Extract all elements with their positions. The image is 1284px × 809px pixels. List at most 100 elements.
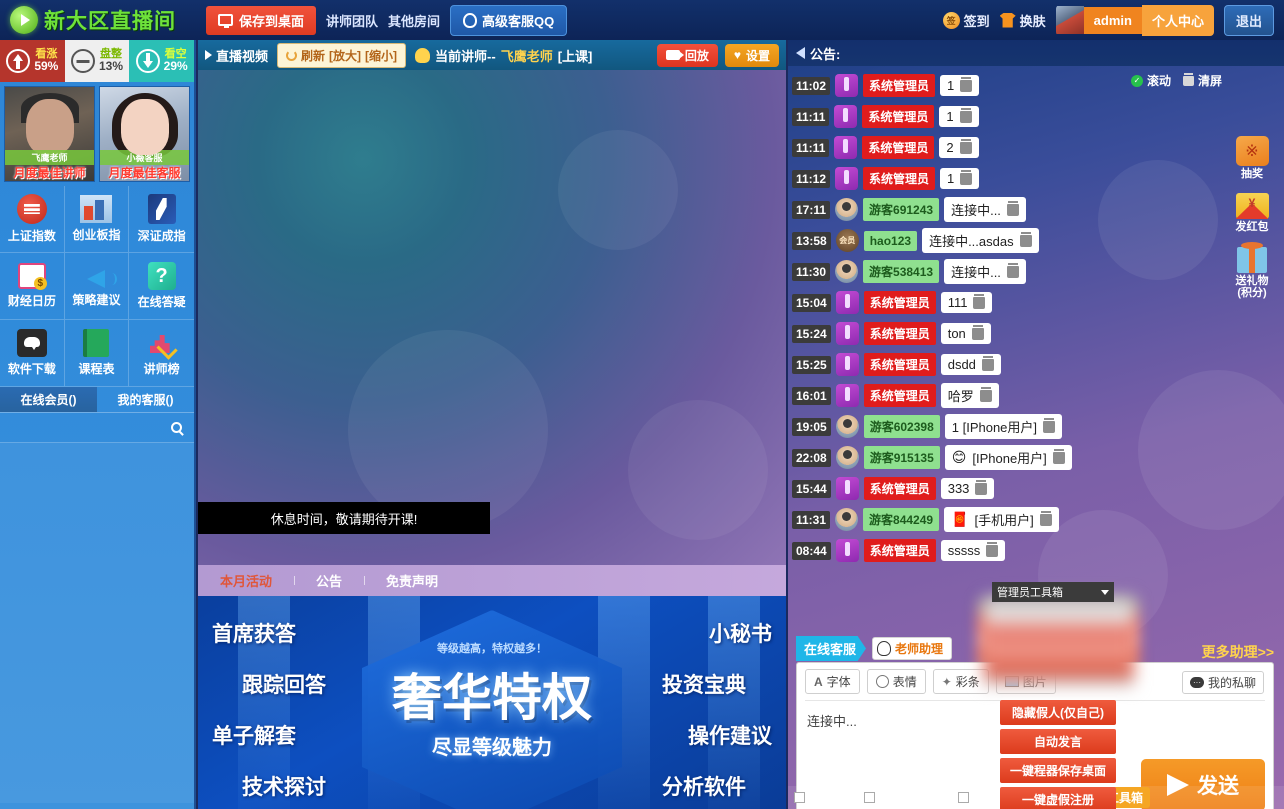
message-author: 系统管理员: [863, 291, 936, 314]
refresh-controls[interactable]: 刷新 [放大] [缩小]: [277, 42, 407, 68]
quick-link-online-qa[interactable]: 在线答疑: [129, 253, 194, 320]
delete-message-icon[interactable]: [960, 76, 973, 92]
delete-message-icon[interactable]: [971, 324, 984, 340]
message-row[interactable]: 11:30 游客538413 连接中...: [792, 256, 1284, 287]
zoom-in-button[interactable]: [放大]: [329, 47, 361, 64]
scroll-toggle[interactable]: ✓ 滚动: [1130, 72, 1171, 89]
tab-online-members[interactable]: 在线会员(): [0, 387, 97, 412]
send-gift-button[interactable]: 送礼物 (积分): [1236, 242, 1269, 299]
tab-announcement[interactable]: 公告: [294, 571, 364, 590]
online-support-tag[interactable]: 在线客服: [796, 636, 867, 661]
delete-message-icon[interactable]: [973, 293, 986, 309]
checkbox-icon[interactable]: [958, 792, 970, 803]
message-row[interactable]: 19:05 游客602398 1 [IPhone用户]: [792, 411, 1284, 442]
save-to-desktop-shortcut-button[interactable]: 一键程器保存桌面: [1000, 758, 1116, 783]
replay-button[interactable]: 回放: [656, 43, 718, 67]
sentiment-neutral[interactable]: 盘整 13%: [64, 40, 130, 82]
message-row[interactable]: 08:44 系统管理员 sssss: [792, 535, 1284, 566]
wand-icon: ✦: [941, 674, 952, 689]
message-row[interactable]: 16:01 系统管理员 哈罗: [792, 380, 1284, 411]
message-row[interactable]: 15:44 系统管理员 333: [792, 473, 1284, 504]
quick-link-lecturer-rank[interactable]: 讲师榜: [129, 320, 194, 387]
tab-disclaimer[interactable]: 免责声明: [364, 571, 460, 590]
delete-message-icon[interactable]: [959, 138, 972, 154]
video-player[interactable]: 休息时间，敬请期待开课!: [198, 70, 786, 565]
quick-link-chinext-index[interactable]: 创业板指: [64, 186, 130, 253]
delete-message-icon[interactable]: [960, 169, 973, 185]
my-private-chat-button[interactable]: ··· 我的私聊: [1181, 671, 1264, 694]
delete-message-icon[interactable]: [1039, 510, 1052, 526]
quick-link-finance-calendar[interactable]: 财经日历: [0, 253, 65, 320]
tab-monthly-activity[interactable]: 本月活动: [198, 571, 294, 590]
below-chat-announcement-checkbox[interactable]: 聊天下方公告: [864, 789, 950, 806]
right-panel: 公告: ✓ 滚动 清屏 11:02 系统管理员 1 11:11 系统管理员 1 …: [788, 40, 1284, 809]
tab-my-support[interactable]: 我的客服(): [97, 387, 194, 412]
save-to-desktop-button[interactable]: 保存到桌面: [206, 5, 317, 35]
delete-message-icon[interactable]: [979, 386, 992, 402]
assistant-chip[interactable]: 老师助理: [872, 637, 953, 660]
quick-link-schedule[interactable]: 课程表: [64, 320, 130, 387]
checkbox-icon[interactable]: [864, 792, 876, 803]
message-row[interactable]: 22:08 游客915135 😊 [IPhone用户]: [792, 442, 1284, 473]
skin-button[interactable]: 换肤: [999, 11, 1046, 30]
quick-link-label: 讲师榜: [143, 362, 180, 376]
bulk-fake-register-button[interactable]: 一键虚假注册: [1000, 787, 1116, 809]
auto-speak-button[interactable]: 自动发言: [1000, 729, 1116, 754]
promo-banner[interactable]: 等级越高，特权越多！ 奢华特权 尽显等级魅力 首席获答 跟踪回答 单子解套 技术…: [198, 596, 786, 809]
message-row[interactable]: 11:31 游客844249 🧧 [手机用户]: [792, 504, 1284, 535]
member-list-panel[interactable]: [0, 443, 194, 803]
message-row[interactable]: 17:11 游客691243 连接中...: [792, 194, 1284, 225]
delete-message-icon[interactable]: [959, 107, 972, 123]
message-row[interactable]: 13:58 会员 hao123 连接中...asdas: [792, 225, 1284, 256]
delete-message-icon[interactable]: [1006, 262, 1019, 278]
best-lecturer-card[interactable]: 飞鹰老师 月度最佳讲师: [4, 86, 95, 182]
refresh-label[interactable]: 刷新: [301, 47, 325, 64]
message-row[interactable]: 15:04 系统管理员 111: [792, 287, 1284, 318]
message-row[interactable]: 11:11 系统管理员 1: [792, 101, 1284, 132]
premium-support-qq-button[interactable]: 高级客服QQ: [450, 4, 568, 36]
delete-message-icon[interactable]: [981, 355, 994, 371]
logout-button[interactable]: 退出: [1223, 4, 1274, 36]
manager-toolbox-dropdown[interactable]: 管理员工具箱: [992, 582, 1114, 602]
question-icon: [147, 262, 176, 290]
message-row[interactable]: 11:12 系统管理员 1: [792, 163, 1284, 194]
message-bubble: 连接中...: [944, 197, 1026, 222]
font-button[interactable]: A 字体: [805, 669, 860, 694]
checkbox-icon[interactable]: [794, 792, 805, 803]
delete-message-icon[interactable]: [1019, 231, 1032, 247]
settings-button[interactable]: ♥ 设置: [724, 43, 779, 67]
message-bubble: 1: [940, 168, 980, 189]
quick-link-shenzhen-index[interactable]: 深证成指: [129, 186, 194, 253]
user-chip[interactable]: admin 个人中心: [1055, 4, 1214, 36]
hide-bots-button[interactable]: 隐藏假人(仅自己): [1000, 700, 1116, 725]
signin-button[interactable]: 签 签到: [942, 11, 990, 30]
red-packet-button[interactable]: 发红包: [1235, 190, 1269, 233]
message-row[interactable]: 11:11 系统管理员 2: [792, 132, 1284, 163]
lottery-button[interactable]: 抽奖: [1235, 136, 1269, 180]
lecturer-team-link[interactable]: 讲师团队: [326, 11, 378, 30]
message-row[interactable]: 15:24 系统管理员 ton: [792, 318, 1284, 349]
delete-message-icon[interactable]: [1006, 200, 1019, 216]
emoji-button[interactable]: 表情: [866, 669, 926, 694]
user-center-button[interactable]: 个人中心: [1141, 4, 1214, 36]
pin-announcement-checkbox[interactable]: 置顶公告: [794, 789, 856, 806]
more-assistants-link[interactable]: 更多助理>>: [1202, 642, 1274, 662]
delete-message-icon[interactable]: [975, 479, 988, 495]
message-row[interactable]: 15:25 系统管理员 dsdd: [792, 349, 1284, 380]
best-support-card[interactable]: 小薇客服 月度最佳客服: [99, 86, 190, 182]
quick-link-strategy-advice[interactable]: 策略建议: [64, 253, 130, 320]
sentiment-bullish[interactable]: 看涨 59%: [0, 40, 65, 82]
search-icon[interactable]: [171, 422, 182, 433]
sentiment-bearish[interactable]: 看空 29%: [129, 40, 195, 82]
clear-screen-button[interactable]: 清屏: [1182, 72, 1222, 89]
delete-message-icon[interactable]: [1052, 448, 1065, 464]
logo[interactable]: 新大区直播间: [10, 5, 176, 35]
quick-link-shanghai-index[interactable]: 上证指数: [0, 186, 65, 253]
quick-link-software-download[interactable]: 软件下载: [0, 320, 65, 387]
other-rooms-link[interactable]: 其他房间: [388, 11, 440, 30]
zoom-out-button[interactable]: [缩小]: [365, 47, 397, 64]
colorbar-button[interactable]: ✦ 彩条: [932, 669, 989, 694]
delete-message-icon[interactable]: [1043, 417, 1056, 433]
message-list[interactable]: ✓ 滚动 清屏 11:02 系统管理员 1 11:11 系统管理员 1 11:1…: [788, 66, 1284, 620]
delete-message-icon[interactable]: [986, 541, 999, 557]
